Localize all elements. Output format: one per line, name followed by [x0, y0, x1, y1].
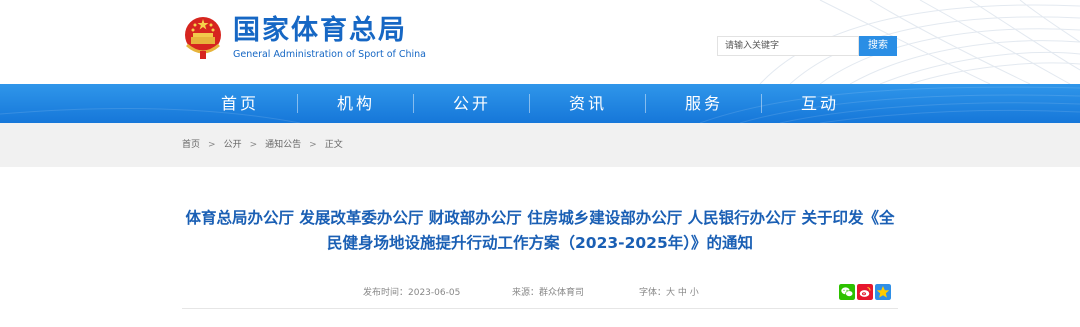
breadcrumb-notices[interactable]: 通知公告 — [265, 140, 301, 150]
meta-divider — [182, 308, 898, 309]
article-title: 体育总局办公厅 发展改革委办公厅 财政部办公厅 住房城乡建设部办公厅 人民银行办… — [182, 206, 898, 256]
nav-item-interaction[interactable]: 互动 — [762, 84, 878, 123]
national-emblem-icon[interactable] — [182, 15, 224, 60]
qzone-icon[interactable] — [875, 284, 891, 300]
site-name-english[interactable]: General Administration of Sport of China — [233, 49, 426, 61]
font-size-label: 字体： — [639, 288, 667, 298]
font-size-large[interactable]: 大 — [666, 288, 675, 298]
nav-item-public[interactable]: 公开 — [414, 84, 530, 123]
site-header: 国家体育总局 General Administration of Sport o… — [0, 0, 1080, 84]
breadcrumb: 首页 > 公开 > 通知公告 > 正文 — [182, 139, 343, 151]
search-input[interactable]: 请输入关键字 — [717, 36, 859, 56]
weibo-icon[interactable] — [857, 284, 873, 300]
breadcrumb-separator: > — [208, 140, 216, 150]
nav-item-label: 机构 — [336, 94, 375, 113]
breadcrumb-separator: > — [309, 140, 317, 150]
breadcrumb-home[interactable]: 首页 — [182, 140, 200, 150]
breadcrumb-separator: > — [249, 140, 258, 150]
font-size-medium[interactable]: 中 — [678, 288, 687, 298]
breadcrumb-public[interactable]: 公开 — [224, 140, 242, 150]
article-title-line-1: 体育总局办公厅 发展改革委办公厅 财政部办公厅 住房城乡建设部办公厅 人民银行办… — [185, 209, 895, 227]
nav-item-organization[interactable]: 机构 — [298, 84, 414, 123]
article-title-line-2: 民健身场地设施提升行动工作方案（2023-2025年）》的通知 — [327, 234, 753, 252]
nav-item-home[interactable]: 首页 — [182, 84, 298, 123]
font-size-small[interactable]: 小 — [690, 288, 699, 298]
nav-item-news[interactable]: 资讯 — [530, 84, 646, 123]
publish-date: 发布时间：2023-06-05 — [363, 288, 461, 298]
nav-item-services[interactable]: 服务 — [646, 84, 762, 123]
article-source: 来源：群众体育司 — [512, 288, 585, 298]
nav-item-label: 公开 — [452, 94, 491, 113]
nav-item-label: 互动 — [800, 94, 839, 113]
nav-item-label: 资讯 — [568, 94, 607, 113]
search-button[interactable]: 搜索 — [859, 36, 897, 56]
nav-item-label: 服务 — [684, 94, 723, 113]
breadcrumb-bar: 首页 > 公开 > 通知公告 > 正文 — [0, 123, 1080, 167]
font-size-control: 字体：大 中 小 — [639, 287, 699, 299]
main-nav: 首页 机构 公开 资讯 服务 互动 — [0, 84, 1080, 123]
breadcrumb-current: 正文 — [324, 140, 343, 150]
site-name-chinese[interactable]: 国家体育总局 — [233, 15, 407, 47]
wechat-icon[interactable] — [839, 284, 855, 300]
nav-item-label: 首页 — [220, 94, 259, 113]
